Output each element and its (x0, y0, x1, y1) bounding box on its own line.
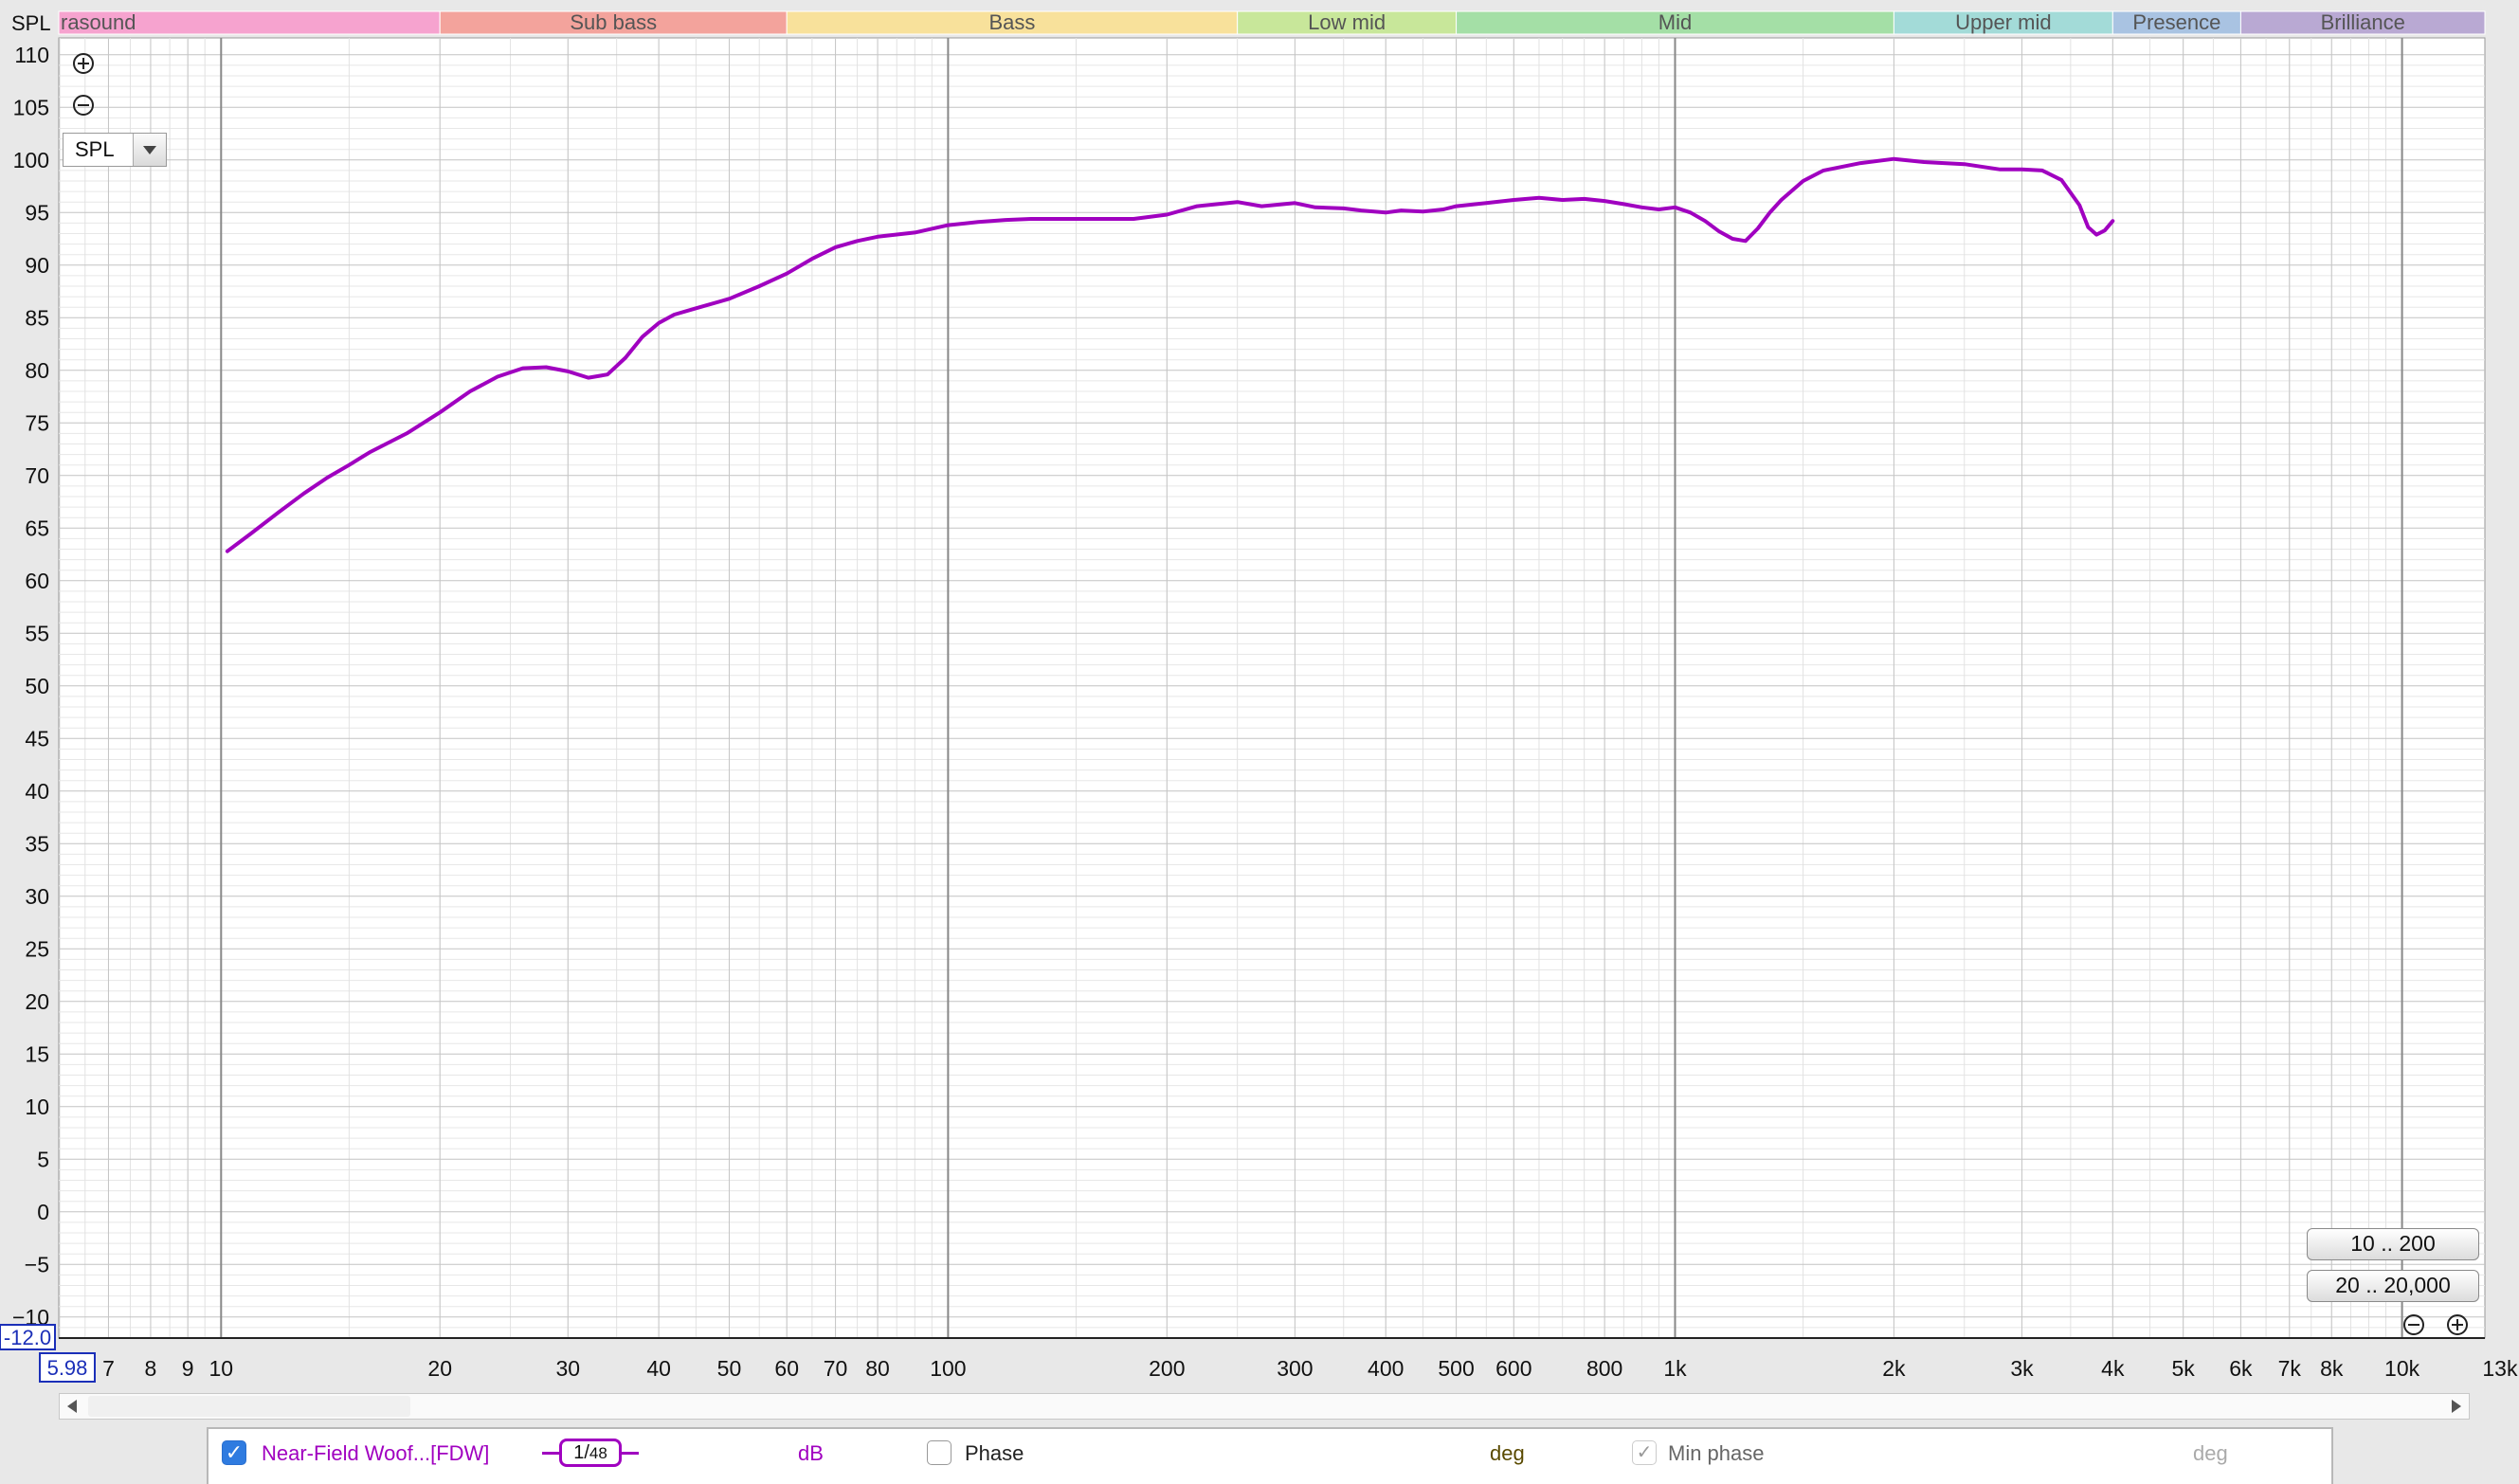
x-tick-label: 7k (2278, 1356, 2302, 1381)
y-tick-label: 90 (25, 253, 49, 278)
frequency-band-label: rasound (61, 10, 136, 34)
smoothing-badge[interactable]: 1/48 (559, 1439, 622, 1467)
frequency-band-label: Sub bass (570, 10, 657, 34)
y-tick-label: 75 (25, 410, 49, 435)
x-tick-label: 8 (145, 1356, 157, 1381)
y-tick-label: 105 (13, 95, 49, 119)
y-tick-label: 65 (25, 516, 49, 540)
x-tick-label: 300 (1277, 1356, 1313, 1381)
x-tick-label: 4k (2101, 1356, 2125, 1381)
y-tick-label: 20 (25, 989, 49, 1014)
x-tick-label: 7 (102, 1356, 115, 1381)
x-tick-label: 9 (182, 1356, 194, 1381)
y-tick-label: 15 (25, 1041, 49, 1066)
frequency-band-label: Low mid (1308, 10, 1386, 34)
min-phase-checkbox[interactable]: ✓ (1632, 1440, 1657, 1465)
x-tick-label: 6k (2229, 1356, 2253, 1381)
x-tick-label: 20 (427, 1356, 452, 1381)
y-tick-label: 85 (25, 305, 49, 330)
phase-unit-label: deg (1490, 1441, 1525, 1465)
scroll-thumb[interactable] (88, 1396, 410, 1417)
legend-panel: ✓ Near-Field Woof...[FDW] 1/48 dB Phase … (207, 1427, 2333, 1484)
y-tick-label: 40 (25, 779, 49, 804)
y-tick-label: −5 (25, 1252, 49, 1276)
checkmark-icon: ✓ (1636, 1442, 1653, 1463)
y-axis-label: SPL (11, 11, 51, 35)
y-tick-label: 5 (37, 1147, 49, 1171)
y-tick-label: 50 (25, 674, 49, 698)
x-min-value: 5.98 (47, 1356, 88, 1380)
spl-unit-label: dB (798, 1441, 824, 1465)
zoom-out-icon[interactable] (2403, 1314, 2424, 1335)
zoom-in-icon[interactable] (73, 53, 94, 74)
plot-area (58, 37, 2486, 1339)
zoom-in-icon[interactable] (2447, 1314, 2468, 1335)
x-tick-label: 13kHz (2482, 1356, 2519, 1381)
x-tick-label: 800 (1586, 1356, 1622, 1381)
frequency-band-label: Mid (1658, 10, 1692, 34)
horizontal-scrollbar[interactable] (59, 1393, 2470, 1420)
phase-label: Phase (965, 1441, 1024, 1465)
measurement-type-select[interactable]: SPL (63, 133, 167, 167)
y-tick-label: 70 (25, 463, 49, 488)
frequency-band-label: Bass (988, 10, 1035, 34)
frequency-band-label: Presence (2132, 10, 2220, 34)
y-tick-label: 80 (25, 358, 49, 383)
x-tick-label: 2k (1882, 1356, 1906, 1381)
x-tick-label: 60 (774, 1356, 799, 1381)
x-tick-label: 10k (2384, 1356, 2420, 1381)
x-tick-label: 500 (1438, 1356, 1474, 1381)
x-tick-label: 30 (555, 1356, 580, 1381)
y-tick-label: 110 (14, 43, 49, 67)
range-10-200-button[interactable]: 10 .. 200 (2307, 1228, 2479, 1260)
y-tick-label: 30 (25, 884, 49, 909)
min-phase-label: Min phase (1668, 1441, 1765, 1465)
y-tick-label: 0 (37, 1200, 49, 1224)
y-tick-label: 95 (25, 200, 49, 225)
x-tick-label: 400 (1368, 1356, 1404, 1381)
y-tick-label: 25 (25, 936, 49, 961)
x-tick-label: 200 (1149, 1356, 1185, 1381)
x-tick-label: 1k (1663, 1356, 1687, 1381)
y-minor-grid (59, 64, 2485, 1329)
y-min-value: -12.0 (4, 1326, 51, 1349)
zoom-out-icon[interactable] (73, 95, 94, 116)
y-tick-label: 60 (25, 569, 49, 593)
y-tick-label: 10 (25, 1095, 49, 1119)
x-tick-label: 80 (865, 1356, 890, 1381)
trace-line-sample (542, 1452, 559, 1455)
x-tick-label: 70 (824, 1356, 848, 1381)
frequency-band-label: Brilliance (2321, 10, 2405, 34)
trace-name[interactable]: Near-Field Woof...[FDW] (262, 1442, 489, 1465)
x-tick-label: 50 (717, 1356, 742, 1381)
range-20-20000-button[interactable]: 20 .. 20,000 (2307, 1270, 2479, 1302)
scroll-right-icon[interactable] (2452, 1400, 2461, 1413)
x-tick-label: 40 (646, 1356, 671, 1381)
x-tick-label: 8k (2320, 1356, 2344, 1381)
x-tick-label: 10 (208, 1356, 233, 1381)
smoothing-numerator: 1 (573, 1442, 585, 1463)
y-tick-label: 100 (13, 148, 49, 172)
chevron-down-icon[interactable] (133, 134, 166, 166)
x-tick-label: 5k (2172, 1356, 2196, 1381)
x-tick-label: 100 (930, 1356, 966, 1381)
min-phase-unit-label: deg (2193, 1441, 2228, 1465)
y-tick-label: 45 (25, 726, 49, 751)
scroll-left-icon[interactable] (67, 1400, 77, 1413)
y-tick-label: 35 (25, 831, 49, 856)
measurement-type-value: SPL (75, 137, 115, 161)
smoothing-denominator: 48 (589, 1444, 607, 1462)
trace-line-sample (622, 1452, 639, 1455)
phase-checkbox[interactable] (927, 1440, 951, 1465)
frequency-response-graph[interactable]: rasound Sub bass Bass Low mid Mid Upper mid Pr… (0, 0, 2519, 1484)
trace-visibility-checkbox[interactable]: ✓ (222, 1440, 246, 1465)
x-tick-label: 3k (2010, 1356, 2034, 1381)
frequency-band-label: Upper mid (1955, 10, 2051, 34)
x-tick-label: 600 (1495, 1356, 1531, 1381)
y-tick-label: 55 (25, 621, 49, 645)
